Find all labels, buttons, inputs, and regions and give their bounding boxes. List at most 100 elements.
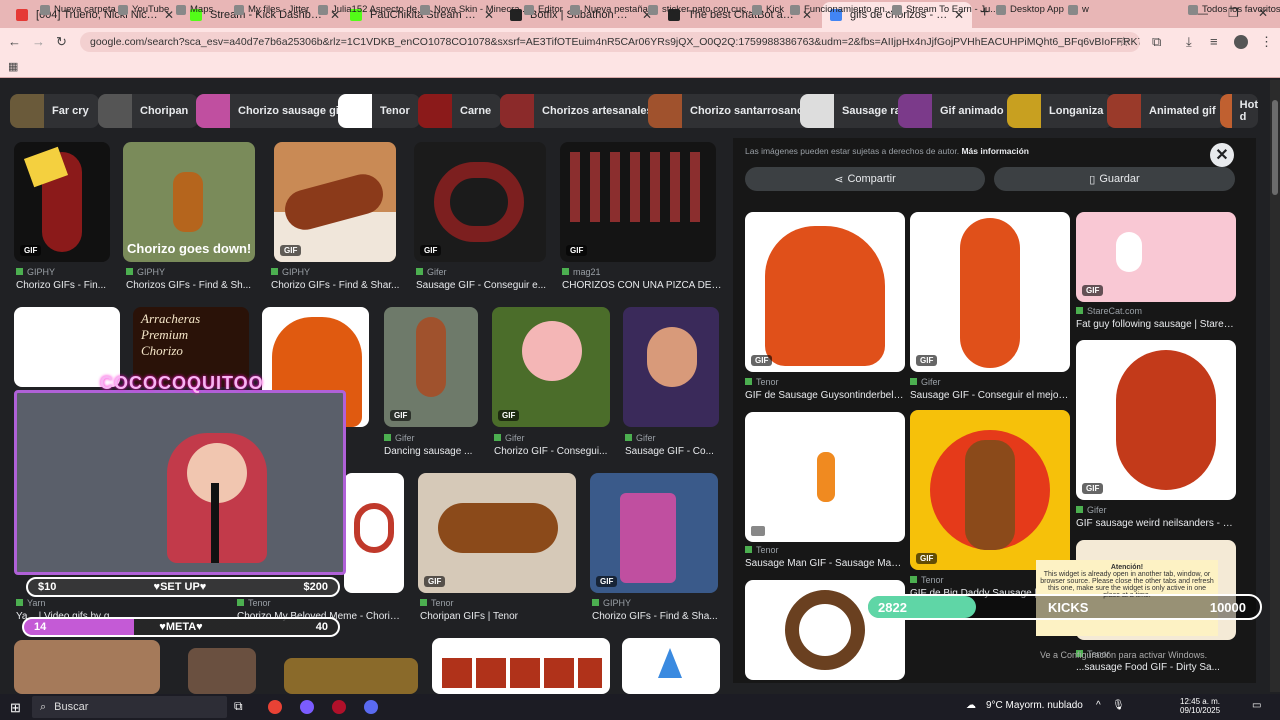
task-view-icon[interactable]: ⧉ (234, 699, 243, 714)
related-image[interactable]: GIF (1076, 340, 1236, 500)
result-title[interactable]: Dancing sausage ... (384, 446, 479, 457)
bookmark-item[interactable]: Julia152 Aspecto de... (318, 4, 425, 15)
result-image[interactable]: GIF (418, 473, 576, 593)
result-image[interactable] (14, 640, 160, 694)
related-search-chip[interactable]: Chorizo santarrosano (648, 94, 814, 128)
result-source[interactable]: GIPHY (16, 267, 55, 277)
menu-icon[interactable]: ⋮ (1260, 34, 1273, 50)
bookmark-star-icon[interactable]: ☆ (1118, 34, 1130, 50)
result-source[interactable]: GIPHY (126, 267, 165, 277)
related-search-chip[interactable]: Carne (418, 94, 502, 128)
related-image[interactable] (745, 412, 905, 542)
result-title[interactable]: Chorizo GIF - Consegui... (494, 446, 614, 457)
result-title[interactable]: Choripan GIFs | Tenor (420, 611, 580, 622)
result-image[interactable] (344, 473, 404, 593)
result-source[interactable]: Tenor (910, 575, 944, 585)
related-search-chip[interactable]: Chorizo sausage gif (196, 94, 353, 128)
mic-icon[interactable]: 🎙 (1112, 700, 1125, 711)
notification-icon[interactable]: ▭ (1252, 700, 1261, 711)
result-source[interactable]: GIPHY (271, 267, 310, 277)
result-image[interactable]: GIF (414, 142, 546, 262)
related-image[interactable]: GIF (910, 212, 1070, 372)
chrome-taskbar-icon[interactable] (268, 700, 282, 714)
related-search-chip[interactable]: Choripan (98, 94, 199, 128)
result-title[interactable]: Sausage Man GIF - Sausage Man ... (745, 558, 905, 569)
taskbar-search[interactable]: ⌕ Buscar (32, 696, 227, 718)
related-image[interactable]: GIF (910, 410, 1070, 570)
result-title[interactable]: Chorizo GIFs - Fin... (16, 280, 116, 291)
result-image[interactable] (623, 307, 719, 427)
related-search-chip[interactable]: Chorizos artesanales (500, 94, 663, 128)
result-image[interactable]: GIF (492, 307, 610, 427)
result-source[interactable]: StareCat.com (1076, 306, 1142, 316)
bookmark-item[interactable]: Editor (524, 4, 563, 15)
related-image[interactable]: GIF (1076, 212, 1236, 302)
bookmark-item[interactable]: YouTube (118, 4, 169, 15)
result-image[interactable]: GIF (14, 142, 110, 262)
result-title[interactable]: Sausage GIF - Conseguir e... (416, 280, 551, 291)
result-image[interactable] (188, 648, 256, 694)
bookmark-item[interactable]: Desktop App (996, 4, 1064, 15)
result-source[interactable]: mag21 (562, 267, 601, 277)
result-image[interactable]: Chorizo goes down! (123, 142, 255, 262)
bookmark-item[interactable]: Nueva carpeta (40, 4, 116, 15)
result-title[interactable]: ...sausage Food GIF - Dirty Sa... (1076, 662, 1236, 673)
weather-text[interactable]: 9°C Mayorm. nublado (986, 700, 1083, 711)
result-image[interactable] (284, 658, 418, 694)
result-source[interactable]: Yarn (16, 598, 45, 608)
result-title[interactable]: Sausage GIF - Co... (625, 446, 725, 457)
related-search-chip[interactable]: Far cry (10, 94, 99, 128)
result-source[interactable]: Tenor (745, 545, 779, 555)
reload-icon[interactable]: ↻ (56, 34, 67, 50)
result-source[interactable]: Gifer (910, 377, 941, 387)
related-image[interactable]: GIF (745, 212, 905, 372)
weather-icon[interactable]: ☁ (966, 700, 976, 711)
result-source[interactable]: Gifer (494, 433, 525, 443)
bookmark-item[interactable]: Nueva pestaña (570, 4, 648, 15)
app-taskbar-icon[interactable] (364, 700, 378, 714)
more-info-link[interactable]: Más información (961, 146, 1029, 156)
bookmark-item[interactable]: sticker pato con cuc... (648, 4, 754, 15)
save-button[interactable]: ▯ Guardar (994, 167, 1235, 191)
result-image[interactable]: GIF (384, 307, 478, 427)
address-bar[interactable]: google.com/search?sca_esv=a40d7e7b6a2530… (80, 32, 1140, 52)
related-search-chip[interactable]: Gif animado (898, 94, 1014, 128)
bookmark-item[interactable]: w (1068, 4, 1089, 15)
back-icon[interactable]: ← (8, 34, 21, 49)
bookmark-item[interactable]: Funcionamiento en... (790, 4, 893, 15)
related-search-chip[interactable]: Animated gif (1107, 94, 1226, 128)
forward-icon[interactable]: → (32, 34, 45, 49)
result-source[interactable]: Tenor (420, 598, 454, 608)
result-source[interactable]: GIPHY (592, 598, 631, 608)
bookmark-item[interactable]: Kick (752, 4, 784, 15)
result-title[interactable]: CHORIZOS CON UNA PIZCA DE ... (562, 280, 722, 291)
result-image[interactable]: GIF (590, 473, 718, 593)
result-title[interactable]: GIF de Sausage Guysontinderbelik... (745, 390, 905, 401)
result-source[interactable]: Gifer (625, 433, 656, 443)
bookmark-item[interactable]: Todos los favoritos (1188, 4, 1280, 15)
result-title[interactable]: Fat guy following sausage | StareC... (1076, 319, 1236, 330)
profile-avatar[interactable] (1234, 35, 1248, 49)
share-button[interactable]: ⋖ Compartir (745, 167, 985, 191)
tray-chevron-icon[interactable]: ^ (1096, 700, 1101, 711)
result-title[interactable]: Chorizos GIFs - Find & Sh... (126, 280, 256, 291)
download-icon[interactable]: ⤓ (1186, 34, 1192, 50)
media-icon[interactable]: ≡ (1210, 34, 1218, 49)
related-search-chip[interactable]: Tenor (338, 94, 420, 128)
bookmark-item[interactable]: Maps (176, 4, 213, 15)
result-image[interactable] (432, 638, 610, 694)
result-image[interactable]: GIF (274, 142, 396, 262)
apps-icon[interactable]: ▦ (8, 60, 18, 73)
extensions-icon[interactable]: ⧉ (1152, 34, 1161, 50)
bookmark-item[interactable]: Nova Skin - Minecra... (420, 4, 527, 15)
bookmark-item[interactable]: My files - Jitter (234, 4, 309, 15)
result-image[interactable]: GIF (560, 142, 716, 262)
discord-taskbar-icon[interactable] (300, 700, 314, 714)
result-title[interactable]: Chorizo GIFs - Find & Sha... (592, 611, 722, 622)
result-source[interactable]: Gifer (1076, 505, 1107, 515)
related-search-chip[interactable]: Hot d (1220, 94, 1258, 128)
result-title[interactable]: GIF sausage weird neilsanders - a... (1076, 518, 1236, 529)
windows-start-icon[interactable]: ⊞ (10, 700, 21, 716)
result-source[interactable]: Tenor (745, 377, 779, 387)
close-panel-button[interactable]: ✕ (1210, 143, 1234, 167)
